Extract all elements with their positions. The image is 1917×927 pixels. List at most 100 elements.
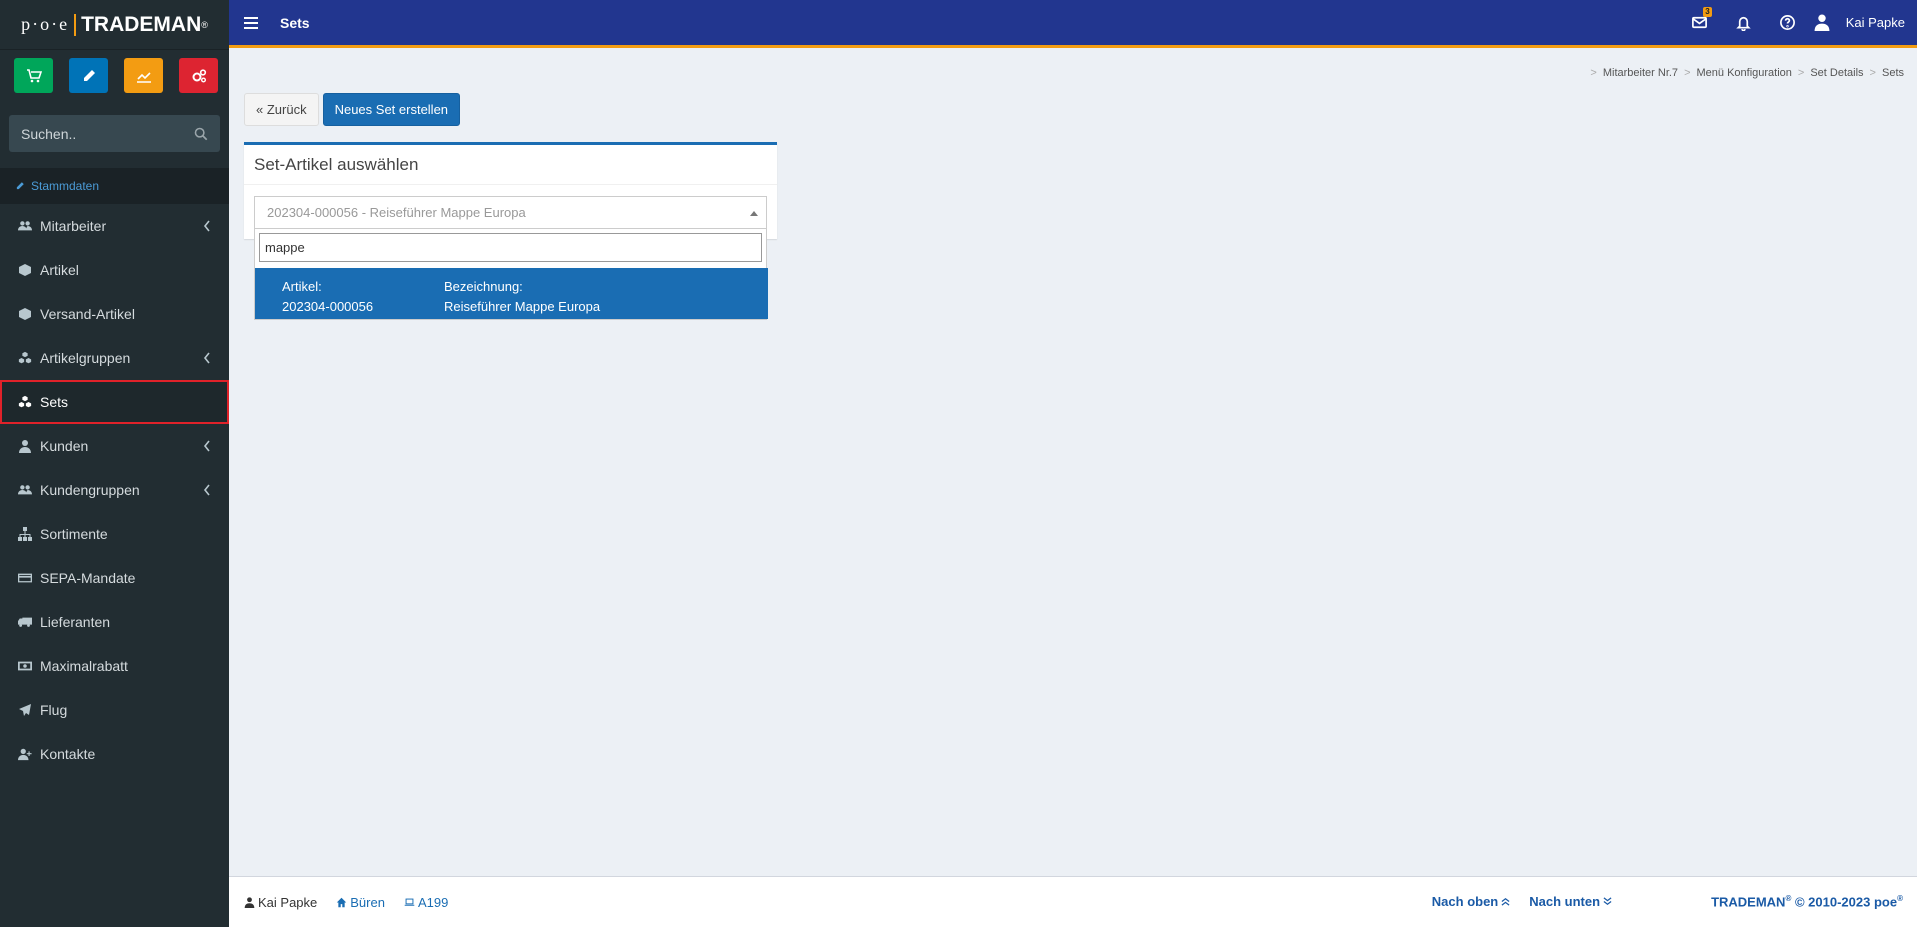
back-button[interactable]: « Zurück (244, 93, 319, 126)
double-chevron-down-icon (1603, 897, 1612, 906)
footer-copyright: TRADEMAN® © 2010-2023 poe® (1711, 894, 1903, 909)
copyright-company-reg: ® (1897, 894, 1903, 904)
user-icon (244, 896, 255, 908)
footer-workstation[interactable]: A199 (404, 895, 448, 910)
breadcrumb-separator: > (1590, 67, 1597, 79)
scroll-bottom-link[interactable]: Nach unten (1529, 894, 1612, 909)
article-select[interactable]: 202304-000056 - Reiseführer Mappe Europa (254, 196, 767, 229)
copyright-brand: TRADEMAN (1711, 894, 1786, 910)
footer-workstation-name: A199 (417, 894, 449, 910)
users-icon (17, 483, 33, 497)
sidebar-item-label: Maximalrabatt (40, 658, 128, 674)
chevron-left-icon (203, 351, 211, 364)
sidebar-item-label: Kontakte (40, 746, 96, 762)
sidebar-item-label: Versand-Artikel (40, 306, 135, 322)
option-desc-col: Bezeichnung: Reiseführer Mappe Europa (444, 277, 600, 317)
sidebar-item-sets[interactable]: Sets (0, 380, 229, 424)
edit-button[interactable] (69, 58, 108, 93)
cubes-icon (17, 351, 33, 365)
sidebar-item-kundengruppen[interactable]: Kundengruppen (0, 468, 229, 512)
scroll-top-link[interactable]: Nach oben (1432, 894, 1510, 909)
sidebar-item-label: SEPA-Mandate (40, 570, 136, 586)
scroll-top-label: Nach oben (1431, 894, 1499, 910)
new-set-button[interactable]: Neues Set erstellen (322, 93, 461, 126)
truck-icon (17, 615, 33, 629)
logo-divider (74, 13, 77, 36)
home-icon (337, 897, 347, 907)
notifications-button[interactable] (1722, 0, 1766, 45)
dropdown-search-input[interactable] (259, 233, 762, 262)
sidebar-item-flug[interactable]: Flug (0, 688, 229, 732)
double-chevron-up-icon (1501, 898, 1510, 907)
sidebar-item-label: Mitarbeiter (40, 218, 107, 234)
sidebar-item-sortimente[interactable]: Sortimente (0, 512, 229, 556)
scroll-bottom-label: Nach unten (1529, 894, 1601, 910)
sidebar-item-label: Kundengruppen (40, 482, 140, 498)
action-bar: « Zurück Neues Set erstellen (244, 93, 461, 126)
help-button[interactable] (1766, 0, 1810, 45)
search-input[interactable] (21, 125, 181, 142)
dropdown-option[interactable]: Artikel: 202304-000056 Bezeichnung: Reis… (255, 268, 768, 319)
footer-user: Kai Papke (244, 895, 317, 910)
breadcrumb-item[interactable]: Menü Konfiguration (1697, 67, 1792, 79)
sidebar-item-sepa-mandate[interactable]: SEPA-Mandate (0, 556, 229, 600)
sidebar-item-mitarbeiter[interactable]: Mitarbeiter (0, 204, 229, 248)
sidebar-menu: Mitarbeiter Artikel Versand-Artikel Arti… (0, 204, 229, 776)
question-circle-icon (1780, 15, 1796, 30)
section-label: Stammdaten (31, 179, 100, 193)
footer-info: Kai Papke Büren A199 (244, 895, 448, 910)
footer-user-name: Kai Papke (258, 894, 318, 910)
top-navbar: Sets 3 Kai Papke (229, 0, 1917, 48)
sidebar-item-label: Kunden (40, 438, 89, 454)
laptop-icon (404, 898, 415, 906)
sidebar-item-versand-artikel[interactable]: Versand-Artikel (0, 292, 229, 336)
users-icon (17, 219, 33, 233)
select-value: 202304-000056 - Reiseführer Mappe Europa (267, 205, 526, 220)
chevron-left-icon (203, 439, 211, 452)
cubes-icon (17, 395, 33, 409)
footer-right: Nach oben Nach unten TRADEMAN ® © 2010-20… (1432, 894, 1903, 909)
logo-brand: TRADEMAN (81, 12, 202, 36)
sidebar-item-artikelgruppen[interactable]: Artikelgruppen (0, 336, 229, 380)
sidebar-item-lieferanten[interactable]: Lieferanten (0, 600, 229, 644)
logo-registered: ® (201, 19, 208, 30)
option-desc-value: Reiseführer Mappe Europa (444, 299, 601, 314)
sidebar: p·o·e TRADEMAN ® Stammdaten Mitarbeiter (0, 0, 229, 927)
chevron-left-icon (203, 483, 211, 496)
sidebar-item-label: Sets (40, 394, 69, 410)
copyright-company[interactable]: poe (1874, 895, 1897, 910)
messages-button[interactable]: 3 (1678, 0, 1722, 45)
page-title: Sets (280, 14, 310, 31)
settings-button[interactable] (179, 58, 218, 93)
sidebar-search (9, 115, 220, 152)
menu-toggle-icon[interactable] (244, 16, 258, 29)
sidebar-item-artikel[interactable]: Artikel (0, 248, 229, 292)
sidebar-item-label: Flug (40, 702, 68, 718)
option-article-number: 202304-000056 (282, 299, 374, 314)
user-name: Kai Papke (1845, 15, 1905, 30)
navbar-right: 3 Kai Papke (1678, 0, 1905, 45)
breadcrumb-item[interactable]: Mitarbeiter Nr.7 (1603, 67, 1678, 79)
sidebar-item-label: Artikel (40, 262, 79, 278)
search-icon[interactable] (194, 127, 208, 141)
cart-icon (26, 68, 42, 82)
breadcrumb-item[interactable]: Set Details (1810, 67, 1863, 79)
statistics-button[interactable] (124, 58, 163, 93)
footer: Kai Papke Büren A199 Nach oben Nach unte… (229, 876, 1917, 927)
pencil-icon (16, 182, 24, 190)
sidebar-item-kunden[interactable]: Kunden (0, 424, 229, 468)
cart-button[interactable] (14, 58, 53, 93)
quick-actions (0, 50, 229, 101)
footer-location[interactable]: Büren (336, 895, 385, 910)
copyright-text: © 2010-2023 (1794, 894, 1871, 910)
footer-location-name: Büren (350, 894, 385, 910)
sidebar-item-maximalrabatt[interactable]: Maximalrabatt (0, 644, 229, 688)
user-menu[interactable]: Kai Papke (1814, 14, 1905, 31)
sidebar-section-header: Stammdaten (0, 168, 229, 204)
option-article-col: Artikel: 202304-000056 (282, 277, 373, 317)
app-logo[interactable]: p·o·e TRADEMAN ® (0, 0, 229, 50)
box-title: Set-Artikel auswählen (244, 145, 777, 185)
sidebar-item-kontakte[interactable]: Kontakte (0, 732, 229, 776)
option-desc-label: Bezeichnung: (444, 279, 523, 294)
breadcrumb-separator: > (1684, 67, 1691, 79)
